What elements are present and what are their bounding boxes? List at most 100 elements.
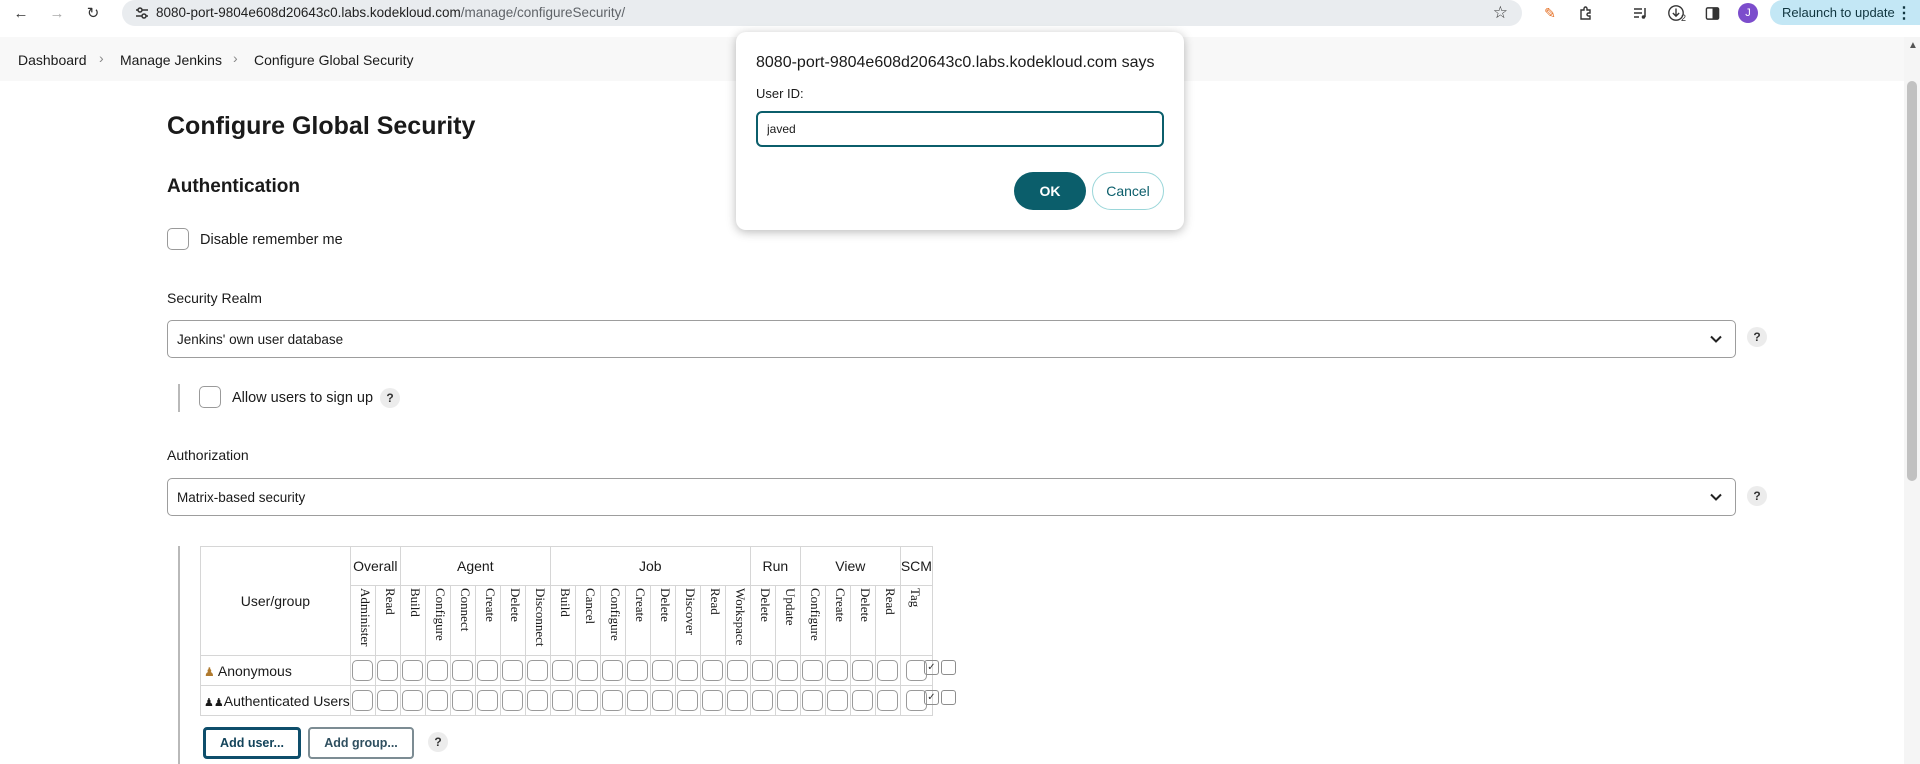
security-realm-value: Jenkins' own user database <box>177 331 344 347</box>
permission-checkbox[interactable] <box>752 690 774 711</box>
permission-checkbox[interactable] <box>877 690 899 711</box>
permission-checkbox[interactable] <box>427 690 449 711</box>
select-all-icon[interactable]: ✓ <box>924 690 939 705</box>
unselect-all-icon[interactable] <box>941 660 956 675</box>
permission-checkbox[interactable] <box>477 690 499 711</box>
extension-pen-icon[interactable]: ✎ <box>1540 3 1560 23</box>
browser-menu-icon[interactable]: ⋮ <box>1896 3 1912 23</box>
extensions-puzzle-icon[interactable] <box>1576 3 1596 23</box>
permission-checkbox[interactable] <box>377 690 399 711</box>
permission-checkbox[interactable] <box>877 660 899 681</box>
permission-cell <box>599 655 626 686</box>
security-realm-help-icon[interactable]: ? <box>1747 327 1767 347</box>
authorization-select[interactable]: Matrix-based security <box>167 478 1736 516</box>
permission-checkbox[interactable] <box>627 660 649 681</box>
permission-label: Connect <box>457 588 473 632</box>
permission-checkbox[interactable] <box>702 660 724 681</box>
select-all-icon[interactable]: ✓ <box>924 660 939 675</box>
cancel-button[interactable]: Cancel <box>1092 172 1164 210</box>
permission-checkbox[interactable] <box>352 690 374 711</box>
permission-checkbox[interactable] <box>677 660 699 681</box>
site-settings-icon[interactable] <box>134 5 150 21</box>
permission-header: Configure <box>799 585 826 656</box>
permission-checkbox[interactable] <box>727 690 749 711</box>
permission-checkbox[interactable] <box>752 660 774 681</box>
security-realm-select[interactable]: Jenkins' own user database <box>167 320 1736 358</box>
permission-checkbox[interactable] <box>577 690 599 711</box>
permission-checkbox[interactable] <box>852 690 874 711</box>
permission-checkbox[interactable] <box>627 690 649 711</box>
add-user-button[interactable]: Add user... <box>203 727 301 759</box>
forward-icon[interactable]: → <box>46 2 68 24</box>
matrix-help-icon[interactable]: ? <box>428 732 448 752</box>
allow-signup-checkbox[interactable] <box>199 386 221 408</box>
permission-checkbox[interactable] <box>727 660 749 681</box>
permission-checkbox[interactable] <box>827 690 849 711</box>
disable-remember-me-checkbox[interactable] <box>167 228 189 250</box>
relaunch-label: Relaunch to update <box>1782 5 1895 20</box>
permission-checkbox[interactable] <box>352 660 374 681</box>
scroll-thumb[interactable] <box>1907 81 1917 481</box>
permission-checkbox[interactable] <box>402 690 424 711</box>
permission-header: Update <box>774 585 801 656</box>
permission-checkbox[interactable] <box>602 690 624 711</box>
permission-checkbox[interactable] <box>677 690 699 711</box>
permission-checkbox[interactable] <box>452 690 474 711</box>
permission-label: Read <box>707 588 723 615</box>
allow-signup-help-icon[interactable]: ? <box>380 388 400 408</box>
back-icon[interactable]: ← <box>10 2 32 24</box>
permission-checkbox[interactable] <box>502 660 524 681</box>
permission-header: Discover <box>674 585 701 656</box>
media-controls-icon[interactable] <box>1630 3 1650 23</box>
downloads-icon[interactable]: 2 <box>1666 3 1686 23</box>
add-group-button[interactable]: Add group... <box>308 727 414 759</box>
permission-checkbox[interactable] <box>802 690 824 711</box>
permission-header: Create <box>824 585 851 656</box>
breadcrumb-manage-jenkins[interactable]: Manage Jenkins <box>120 52 222 68</box>
permission-checkbox[interactable] <box>577 660 599 681</box>
permission-checkbox[interactable] <box>827 660 849 681</box>
breadcrumb-chevron-icon: › <box>233 50 238 66</box>
scroll-up-arrow-icon[interactable]: ▲ <box>1908 40 1918 51</box>
authorization-help-icon[interactable]: ? <box>1747 486 1767 506</box>
user-id-input[interactable] <box>756 111 1164 147</box>
permission-checkbox[interactable] <box>652 660 674 681</box>
chevron-down-icon <box>1710 493 1722 501</box>
breadcrumb-dashboard[interactable]: Dashboard <box>18 52 87 68</box>
unselect-all-icon[interactable] <box>941 690 956 705</box>
permission-cell <box>824 655 851 686</box>
prompt-dialog: 8080-port-9804e608d20643c0.labs.kodeklou… <box>736 32 1184 230</box>
permission-checkbox[interactable] <box>427 660 449 681</box>
ok-button[interactable]: OK <box>1014 172 1086 210</box>
permission-checkbox[interactable] <box>777 690 799 711</box>
permission-checkbox[interactable] <box>452 660 474 681</box>
permission-checkbox[interactable] <box>527 690 549 711</box>
permission-checkbox[interactable] <box>652 690 674 711</box>
permission-checkbox[interactable] <box>477 660 499 681</box>
address-bar[interactable]: 8080-port-9804e608d20643c0.labs.kodeklou… <box>122 0 1522 26</box>
side-panel-icon[interactable] <box>1702 3 1722 23</box>
permission-checkbox[interactable] <box>802 660 824 681</box>
permission-checkbox[interactable] <box>852 660 874 681</box>
permission-header: Read <box>874 585 901 656</box>
permission-checkbox[interactable] <box>602 660 624 681</box>
permission-checkbox[interactable] <box>402 660 424 681</box>
profile-avatar[interactable]: J <box>1738 3 1758 23</box>
permission-checkbox[interactable] <box>377 660 399 681</box>
permission-checkbox[interactable] <box>502 690 524 711</box>
permission-checkbox[interactable] <box>702 690 724 711</box>
bookmark-star-icon[interactable]: ☆ <box>1493 3 1508 23</box>
permission-cell <box>499 685 526 716</box>
permission-checkbox[interactable] <box>777 660 799 681</box>
permission-checkbox[interactable] <box>552 660 574 681</box>
permission-checkbox[interactable] <box>527 660 549 681</box>
permission-label: Disconnect <box>532 588 548 647</box>
permission-cell <box>874 655 901 686</box>
reload-icon[interactable]: ↻ <box>82 2 104 24</box>
breadcrumb-configure-global-security[interactable]: Configure Global Security <box>254 52 414 68</box>
permission-cell <box>849 685 876 716</box>
permission-checkbox[interactable] <box>552 690 574 711</box>
chevron-down-icon <box>1710 335 1722 343</box>
page-title: Configure Global Security <box>167 112 476 140</box>
relaunch-button[interactable]: Relaunch to update ⋮ <box>1770 0 1920 25</box>
